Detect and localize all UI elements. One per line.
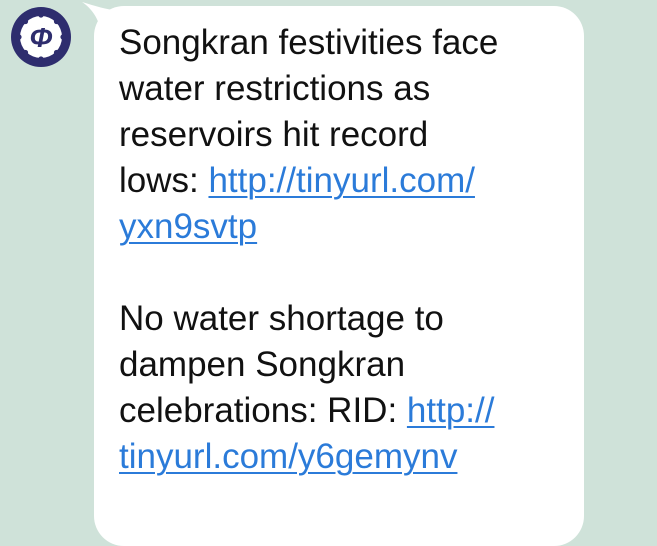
message-line: reservoirs hit record: [119, 115, 429, 154]
message-line: celebrations: RID:: [119, 391, 407, 430]
message-text: Songkran festivities face water restrict…: [119, 20, 559, 480]
message-line: dampen Songkran: [119, 345, 406, 384]
chat-view: Φ Songkran festivities face water restri…: [0, 0, 657, 546]
message-line: lows:: [119, 161, 209, 200]
stylized-phi-logo-icon: Φ: [11, 7, 71, 67]
article-link-2-part2[interactable]: tinyurl.com/y6gemynv: [119, 437, 457, 476]
svg-text:Φ: Φ: [29, 22, 52, 53]
message-paragraph-1: Songkran festivities face water restrict…: [119, 20, 559, 250]
message-line: Songkran festivities face: [119, 23, 499, 62]
message-paragraph-2: No water shortage to dampen Songkran cel…: [119, 296, 559, 480]
message-line: No water shortage to: [119, 299, 444, 338]
message-line: water restrictions as: [119, 69, 431, 108]
sender-avatar[interactable]: Φ: [10, 6, 72, 68]
article-link-1-part2[interactable]: yxn9svtp: [119, 207, 257, 246]
article-link-2-part1[interactable]: http://: [407, 391, 495, 430]
article-link-1-part1[interactable]: http://tinyurl.com/: [208, 161, 474, 200]
